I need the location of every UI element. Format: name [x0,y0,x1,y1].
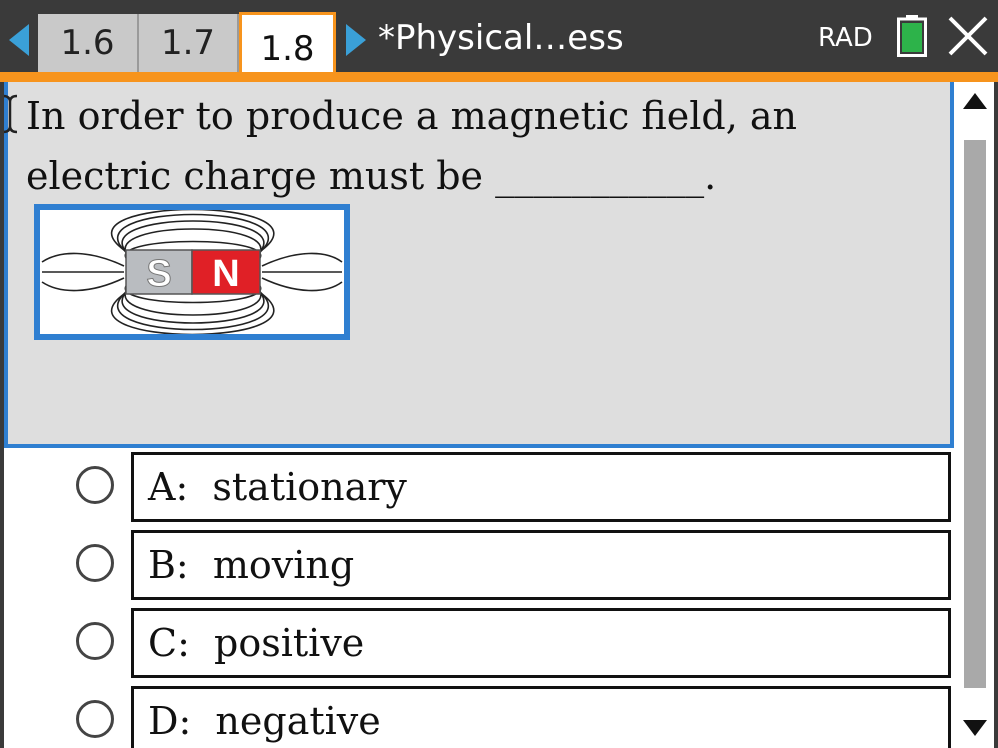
toolbar-accent-line [0,72,998,82]
close-x-icon[interactable] [946,14,990,58]
document-title[interactable]: *Physical…ess [378,14,624,62]
choice-a-text[interactable]: A: stationary [131,452,951,522]
choice-b-radio[interactable] [76,544,114,582]
scroll-down-arrow-icon[interactable] [963,720,987,736]
question-text[interactable]: In order to produce a magnetic field, an… [26,86,926,206]
choice-c[interactable]: C: positive [0,608,956,678]
scrollbar-thumb[interactable] [964,140,986,688]
next-page-arrow-icon[interactable] [346,24,366,56]
choice-d[interactable]: D: negative [0,686,956,748]
south-pole-label: S [146,253,171,295]
choice-d-text[interactable]: D: negative [131,686,951,748]
choice-d-radio[interactable] [76,700,114,738]
window-frame-left [0,82,4,748]
previous-page-arrow-icon[interactable] [9,24,29,56]
choice-a[interactable]: A: stationary [0,452,956,522]
battery-icon [897,15,927,57]
choice-b[interactable]: B: moving [0,530,956,600]
question-line-1: In order to produce a magnetic field, an [26,94,798,138]
tab-1-6[interactable]: 1.6 [38,14,139,72]
tab-1-7[interactable]: 1.7 [139,14,239,72]
magnet-image[interactable]: S N [34,204,350,340]
choice-a-radio[interactable] [76,466,114,504]
scroll-up-arrow-icon[interactable] [963,93,987,109]
choice-b-text[interactable]: B: moving [131,530,951,600]
choice-c-text[interactable]: C: positive [131,608,951,678]
window-frame-right [994,82,998,748]
north-pole-label: N [212,253,239,295]
angle-mode-indicator: RAD [818,23,873,53]
bar-magnet-field-icon: S N [40,210,344,334]
question-line-2: electric charge must be ___________. [26,154,717,198]
choice-c-radio[interactable] [76,622,114,660]
